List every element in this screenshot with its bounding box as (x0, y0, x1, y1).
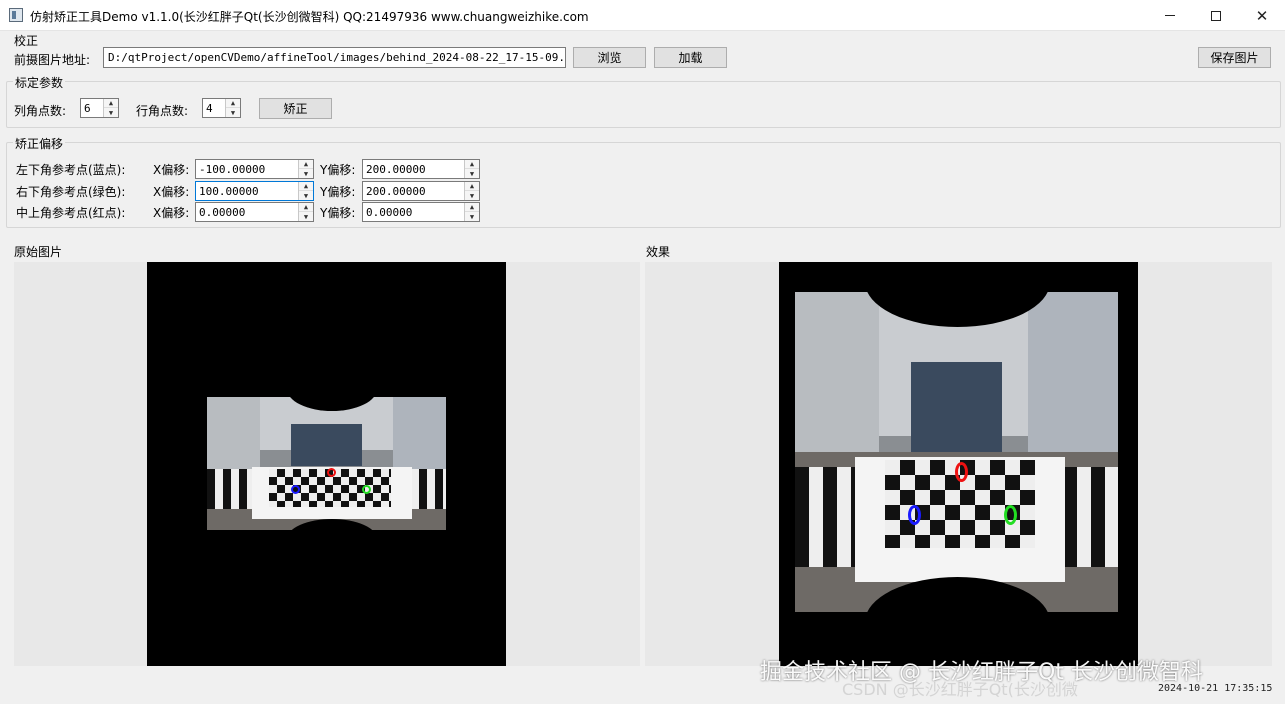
spin-up-icon[interactable]: ▲ (299, 203, 313, 212)
window-title: 仿射矫正工具Demo v1.1.0(长沙红胖子Qt(长沙创微智科) QQ:214… (30, 10, 589, 24)
spin-down-icon[interactable]: ▼ (465, 191, 479, 200)
spin-arrows: ▲ ▼ (298, 160, 313, 178)
spin-up-icon[interactable]: ▲ (299, 160, 313, 169)
blue-marker (291, 485, 300, 494)
green-marker (362, 485, 371, 494)
original-scene (207, 397, 446, 530)
spin-arrows: ▲ ▼ (464, 182, 479, 200)
spin-down-icon[interactable]: ▼ (465, 212, 479, 221)
col-corners-arrows: ▲ ▼ (103, 99, 118, 117)
green-x-offset-spinbox[interactable]: 100.00000 ▲ ▼ (195, 181, 314, 201)
x-offset-label: X偏移: (153, 206, 190, 220)
result-scene (795, 292, 1118, 612)
spin-down-icon[interactable]: ▼ (299, 169, 313, 178)
spin-down-icon[interactable]: ▼ (465, 169, 479, 178)
image-path-input[interactable]: D:/qtProject/openCVDemo/affineTool/image… (103, 47, 566, 68)
blue-y-offset-spinbox[interactable]: 200.00000 ▲ ▼ (362, 159, 480, 179)
green-marker (1004, 505, 1017, 525)
x-offset-label: X偏移: (153, 163, 190, 177)
offset-row-label: 中上角参考点(红点): (16, 206, 126, 220)
juejin-watermark: 掘金技术社区 @ 长沙红胖子Qt 长沙创微智科 (760, 660, 1203, 685)
scene-window (290, 423, 363, 467)
green-y-offset-value: 200.00000 (366, 185, 426, 198)
red-x-offset-value: 0.00000 (199, 206, 246, 219)
correct-button[interactable]: 矫正 (259, 98, 332, 119)
spin-up-icon[interactable]: ▲ (104, 99, 118, 108)
offset-row-label: 右下角参考点(绿色): (16, 185, 126, 199)
image-path-label: 前摄图片地址: (14, 53, 91, 67)
col-corners-spinbox[interactable]: 6 ▲ ▼ (80, 98, 119, 118)
spin-arrows: ▲ ▼ (464, 203, 479, 221)
y-offset-label: Y偏移: (320, 163, 356, 177)
blue-x-offset-spinbox[interactable]: -100.00000 ▲ ▼ (195, 159, 314, 179)
row-corners-label: 行角点数: (136, 104, 189, 118)
spin-arrows: ▲ ▼ (464, 160, 479, 178)
spin-down-icon[interactable]: ▼ (104, 108, 118, 117)
x-offset-label: X偏移: (153, 185, 190, 199)
offset-group-title: 矫正偏移 (13, 135, 66, 152)
red-y-offset-value: 0.00000 (366, 206, 413, 219)
spin-arrows: ▲ ▼ (298, 203, 313, 221)
save-image-button[interactable]: 保存图片 (1198, 47, 1271, 68)
original-image-label: 原始图片 (14, 245, 63, 259)
browse-button[interactable]: 浏览 (573, 47, 646, 68)
spin-up-icon[interactable]: ▲ (465, 203, 479, 212)
blue-marker (908, 505, 921, 525)
spin-down-icon[interactable]: ▼ (299, 191, 313, 200)
original-image-panel (14, 262, 640, 666)
app-icon (9, 8, 23, 22)
y-offset-label: Y偏移: (320, 185, 356, 199)
blue-y-offset-value: 200.00000 (366, 163, 426, 176)
result-image-panel (645, 262, 1272, 666)
spin-up-icon[interactable]: ▲ (299, 182, 313, 191)
maximize-button[interactable] (1193, 0, 1239, 31)
title-bar: 仿射矫正工具Demo v1.1.0(长沙红胖子Qt(长沙创微智科) QQ:214… (0, 0, 1285, 31)
close-button[interactable]: ✕ (1239, 0, 1285, 31)
red-y-offset-spinbox[interactable]: 0.00000 ▲ ▼ (362, 202, 480, 222)
y-offset-label: Y偏移: (320, 206, 356, 220)
col-corners-label: 列角点数: (14, 104, 67, 118)
red-x-offset-spinbox[interactable]: 0.00000 ▲ ▼ (195, 202, 314, 222)
load-button[interactable]: 加载 (654, 47, 727, 68)
spin-arrows: ▲ ▼ (298, 182, 313, 200)
original-image (147, 262, 506, 666)
green-x-offset-value: 100.00000 (199, 185, 259, 198)
spin-up-icon[interactable]: ▲ (226, 99, 240, 108)
result-image-label: 效果 (646, 245, 671, 259)
scene-wall-left (795, 292, 879, 468)
result-image (779, 262, 1138, 666)
timestamp: 2024-10-21 17:35:15 (1158, 683, 1273, 694)
red-marker (327, 468, 336, 477)
minimize-button[interactable] (1147, 0, 1193, 31)
calibration-group (6, 81, 1281, 128)
scene-window (911, 362, 1002, 459)
red-marker (955, 462, 968, 482)
spin-down-icon[interactable]: ▼ (299, 212, 313, 221)
spin-up-icon[interactable]: ▲ (465, 160, 479, 169)
row-corners-arrows: ▲ ▼ (225, 99, 240, 117)
scene-wall-right (1027, 292, 1118, 468)
maximize-icon (1211, 10, 1221, 21)
green-y-offset-spinbox[interactable]: 200.00000 ▲ ▼ (362, 181, 480, 201)
row-corners-spinbox[interactable]: 4 ▲ ▼ (202, 98, 241, 118)
spin-up-icon[interactable]: ▲ (465, 182, 479, 191)
offset-row-label: 左下角参考点(蓝点): (16, 163, 126, 177)
col-corners-value: 6 (84, 102, 91, 115)
row-corners-value: 4 (206, 102, 213, 115)
blue-x-offset-value: -100.00000 (199, 163, 266, 176)
spin-down-icon[interactable]: ▼ (226, 108, 240, 117)
correction-section-label: 校正 (14, 34, 39, 48)
close-icon: ✕ (1255, 6, 1269, 25)
calibration-group-title: 标定参数 (13, 74, 66, 91)
minimize-icon (1165, 15, 1175, 16)
